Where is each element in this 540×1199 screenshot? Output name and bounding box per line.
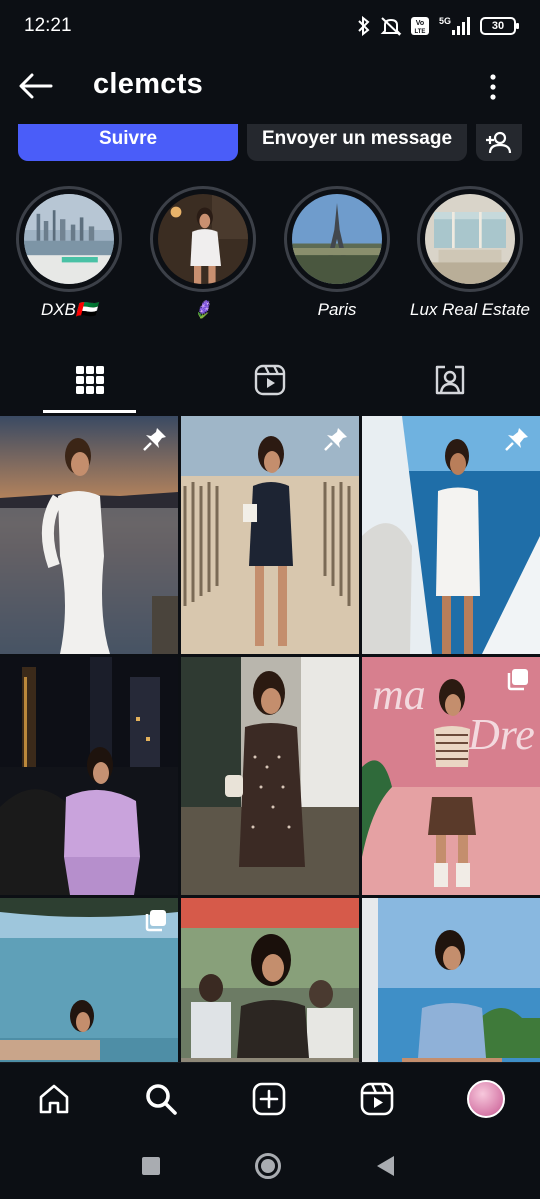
tab-tagged[interactable] xyxy=(404,358,496,402)
grid-icon xyxy=(76,366,104,394)
profile-actions: Suivre Envoyer un message xyxy=(0,124,540,162)
highlight-dxb[interactable]: DXB🇦🇪 xyxy=(4,186,134,320)
svg-text:LTE: LTE xyxy=(415,29,426,35)
highlight-cover-image xyxy=(292,194,382,284)
svg-text:Vo: Vo xyxy=(416,20,424,27)
recents-button[interactable] xyxy=(135,1150,167,1182)
volte-icon: Vo LTE xyxy=(411,17,429,35)
grid-post[interactable] xyxy=(362,898,540,1062)
nav-profile[interactable] xyxy=(464,1077,508,1121)
bottom-navigation xyxy=(0,1062,540,1132)
svg-text:5G: 5G xyxy=(439,16,451,26)
tagged-person-icon xyxy=(435,365,465,395)
grid-post[interactable] xyxy=(181,657,359,895)
suggest-users-button[interactable] xyxy=(476,124,522,161)
nav-home[interactable] xyxy=(32,1077,76,1121)
status-icons: Vo LTE 5G 30 xyxy=(356,15,519,37)
battery-level: 30 xyxy=(491,20,505,32)
tab-reels[interactable] xyxy=(224,358,316,402)
follow-button[interactable]: Suivre xyxy=(18,124,238,161)
home-icon xyxy=(39,1084,69,1114)
profile-tabs xyxy=(0,352,540,414)
mute-icon xyxy=(380,17,402,36)
grid-post[interactable]: ma Dre xyxy=(362,657,540,895)
grid-post[interactable] xyxy=(181,898,359,1062)
grid-post[interactable] xyxy=(362,416,540,654)
posts-grid: ma Dre xyxy=(0,416,540,1062)
more-vertical-icon xyxy=(490,74,496,100)
pinned-post-icon xyxy=(505,428,528,451)
profile-username: clemcts xyxy=(93,68,204,100)
back-arrow-icon xyxy=(19,73,53,99)
create-post-icon xyxy=(252,1082,286,1116)
grid-post[interactable] xyxy=(0,898,178,1062)
back-nav-button[interactable] xyxy=(369,1150,401,1182)
active-tab-indicator xyxy=(43,410,136,413)
highlight-lux-real-estate[interactable]: Lux Real Estate xyxy=(405,186,535,320)
carousel-post-icon xyxy=(145,910,166,932)
highlight-label: 🪻 xyxy=(192,300,214,319)
story-highlights: DXB🇦🇪 🪻 Paris Lux Real Estate xyxy=(0,186,540,326)
nav-reels[interactable] xyxy=(355,1077,399,1121)
nav-search[interactable] xyxy=(139,1077,183,1121)
search-icon xyxy=(146,1084,177,1115)
highlight-ring xyxy=(150,186,256,292)
nav-create[interactable] xyxy=(247,1077,291,1121)
post-thumbnail xyxy=(0,657,178,895)
triangle-back-icon xyxy=(377,1156,394,1176)
tab-posts-grid[interactable] xyxy=(44,358,136,402)
highlight-ring xyxy=(16,186,122,292)
more-options-button[interactable] xyxy=(478,70,508,104)
system-navigation xyxy=(0,1132,540,1199)
highlight-label: DXB🇦🇪 xyxy=(40,300,98,319)
home-button[interactable] xyxy=(252,1150,284,1182)
profile-header: clemcts xyxy=(0,58,540,114)
highlight-flower[interactable]: 🪻 xyxy=(138,186,268,320)
pinned-post-icon xyxy=(324,428,347,451)
svg-text:ma: ma xyxy=(372,670,426,719)
carousel-post-icon xyxy=(507,669,528,691)
highlight-label: Paris xyxy=(317,300,357,319)
post-thumbnail: ma Dre xyxy=(362,657,540,895)
back-button[interactable] xyxy=(16,68,56,104)
add-user-icon xyxy=(486,131,512,153)
battery-icon: 30 xyxy=(480,17,519,35)
message-button[interactable]: Envoyer un message xyxy=(247,124,467,161)
square-icon xyxy=(142,1157,160,1175)
reels-icon xyxy=(360,1082,394,1116)
highlight-cover-image xyxy=(158,194,248,284)
highlight-ring xyxy=(284,186,390,292)
status-bar: 12:21 Vo LTE 5G 30 xyxy=(0,0,540,52)
highlight-ring xyxy=(417,186,523,292)
reels-icon xyxy=(254,364,286,396)
status-time: 12:21 xyxy=(24,15,72,36)
post-thumbnail xyxy=(181,898,359,1062)
post-thumbnail xyxy=(181,657,359,895)
highlight-paris[interactable]: Paris xyxy=(272,186,402,320)
grid-post[interactable] xyxy=(0,416,178,654)
highlight-cover-image xyxy=(24,194,114,284)
post-thumbnail xyxy=(362,898,540,1062)
svg-text:Dre: Dre xyxy=(467,710,535,759)
signal-5g-icon: 5G xyxy=(439,16,470,35)
highlight-label: Lux Real Estate xyxy=(409,300,530,319)
pinned-post-icon xyxy=(143,428,166,451)
grid-post[interactable] xyxy=(0,657,178,895)
highlight-cover-image xyxy=(425,194,515,284)
grid-post[interactable] xyxy=(181,416,359,654)
circle-icon xyxy=(255,1153,281,1179)
bluetooth-icon xyxy=(358,16,370,36)
avatar xyxy=(467,1080,505,1118)
